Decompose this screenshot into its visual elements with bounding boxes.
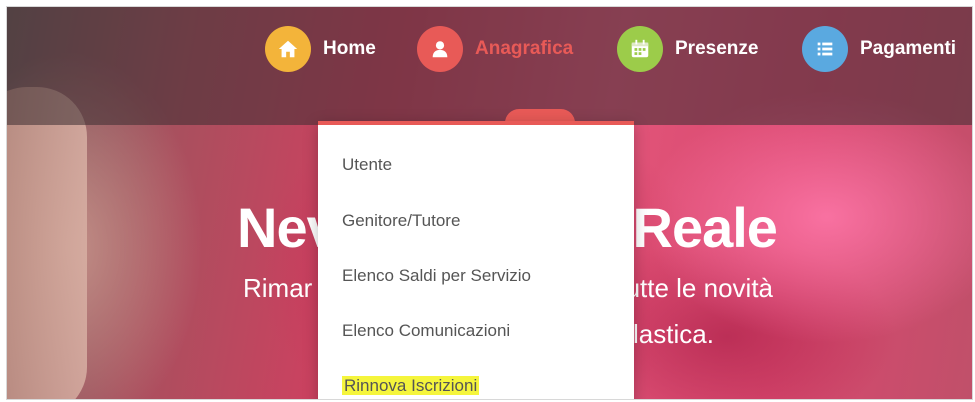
hero-subtitle-left: Rimar [243,273,313,303]
nav-item-presenze[interactable]: Presenze [617,25,758,73]
menu-item-rinnova-iscrizioni[interactable]: Rinnova Iscrizioni [342,376,480,396]
main-nav: Home Anagrafica Presenze Pagamenti [7,7,972,125]
user-icon [417,26,463,72]
nav-label-presenze: Presenze [675,38,759,59]
list-icon [802,26,848,72]
nav-label-anagrafica: Anagrafica [475,38,574,59]
nav-item-pagamenti[interactable]: Pagamenti [802,25,956,73]
hero-banner: Nev o Reale Rimar tutte le novità lastica.… [6,6,973,400]
home-icon [265,26,311,72]
menu-item-elenco-comunicazioni[interactable]: Elenco Comunicazioni [342,321,510,341]
hero-subtitle-line2-right: lastica. [633,319,714,349]
calendar-icon [617,26,663,72]
background-hand [7,87,87,399]
rinnova-iscrizioni-label: Rinnova Iscrizioni [342,376,480,395]
nav-label-home: Home [323,38,376,59]
nav-item-anagrafica[interactable]: Anagrafica [417,25,573,73]
anagrafica-dropdown-menu: Utente Genitore/Tutore Elenco Saldi per … [318,121,634,399]
menu-item-utente[interactable]: Utente [342,155,392,175]
nav-label-pagamenti: Pagamenti [860,38,957,59]
hero-subtitle-right: tutte le novità [618,273,773,303]
menu-item-elenco-saldi[interactable]: Elenco Saldi per Servizio [342,266,531,286]
nav-item-home[interactable]: Home [265,25,376,73]
menu-item-genitore-tutore[interactable]: Genitore/Tutore [342,211,460,231]
